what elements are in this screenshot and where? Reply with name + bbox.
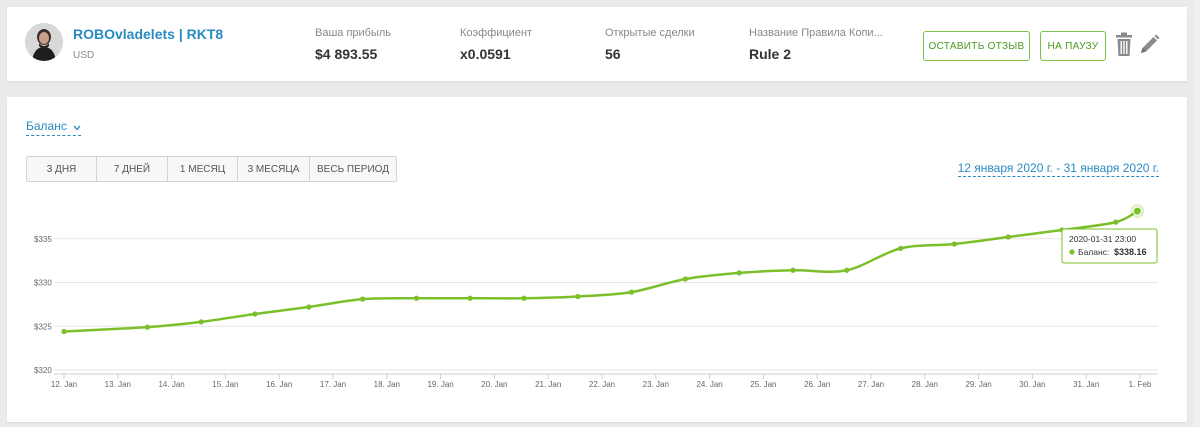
data-point[interactable] [413,295,419,301]
x-tick-label: 30. Jan [1019,380,1045,389]
tooltip-series-label: Баланс: [1078,247,1109,257]
x-tick-label: 17. Jan [320,380,346,389]
y-tick-label: $335 [34,235,52,244]
data-point[interactable] [252,311,258,317]
y-tick-label: $320 [34,366,52,375]
x-tick-label: 14. Jan [158,380,184,389]
data-point[interactable] [198,319,204,325]
x-tick-label: 20. Jan [481,380,507,389]
x-tick-label: 26. Jan [804,380,830,389]
data-point[interactable] [844,267,850,273]
x-tick-label: 19. Jan [427,380,453,389]
data-point[interactable] [951,241,957,247]
data-point[interactable] [467,295,473,301]
x-tick-label: 24. Jan [696,380,722,389]
x-tick-label: 13. Jan [105,380,131,389]
data-point[interactable] [790,267,796,273]
data-point[interactable] [736,270,742,276]
data-point[interactable] [306,304,312,310]
x-tick-label: 25. Jan [750,380,776,389]
x-tick-label: 1. Feb [1129,380,1152,389]
x-tick-label: 28. Jan [912,380,938,389]
page-scrollbar[interactable] [1193,0,1200,427]
y-tick-label: $325 [34,322,52,331]
x-tick-label: 23. Jan [643,380,669,389]
balance-series-line [63,209,1138,333]
data-point[interactable] [897,245,904,251]
data-point[interactable] [521,295,527,301]
chart-tooltip: 2020-01-31 23:00 Баланс: $338.16 [1061,228,1158,264]
x-tick-label: 15. Jan [212,380,238,389]
data-point[interactable] [144,324,150,330]
data-point[interactable] [61,328,67,335]
x-tick-label: 27. Jan [858,380,884,389]
tooltip-date: 2020-01-31 23:00 [1069,234,1136,244]
tooltip-value: $338.16 [1114,247,1147,257]
x-tick-label: 31. Jan [1073,380,1099,389]
data-point[interactable] [1113,219,1119,225]
data-point[interactable] [1132,206,1142,216]
data-point[interactable] [628,289,635,295]
x-tick-label: 18. Jan [374,380,400,389]
x-tick-label: 12. Jan [51,380,77,389]
data-point[interactable] [575,293,581,300]
x-tick-label: 16. Jan [266,380,292,389]
tooltip-series-marker [1069,249,1075,255]
x-tick-label: 29. Jan [965,380,991,389]
data-point[interactable] [359,296,366,302]
y-tick-label: $330 [34,279,52,288]
data-point[interactable] [1005,234,1011,240]
x-tick-label: 22. Jan [589,380,615,389]
balance-line-chart: $320 $325 $330 $335 12. Jan 13. Jan 14. Jan 15… [34,204,1158,389]
x-tick-label: 21. Jan [535,380,561,389]
data-point[interactable] [682,276,688,282]
